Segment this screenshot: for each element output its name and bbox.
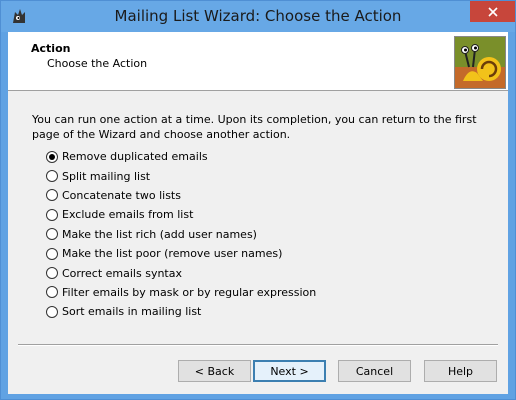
- radio-button[interactable]: [46, 286, 58, 299]
- option-label: Make the list poor (remove user names): [62, 247, 283, 261]
- option-label: Split mailing list: [62, 169, 151, 183]
- radio-button[interactable]: [46, 267, 58, 280]
- option-label: Concatenate two lists: [62, 188, 181, 202]
- option-label: Remove duplicated emails: [62, 150, 208, 164]
- option-correct-syntax[interactable]: Correct emails syntax: [46, 263, 446, 282]
- option-label: Exclude emails from list: [62, 208, 194, 222]
- close-button[interactable]: [470, 1, 515, 22]
- option-label: Sort emails in mailing list: [62, 305, 202, 319]
- option-make-poor[interactable]: Make the list poor (remove user names): [46, 244, 446, 263]
- radio-button[interactable]: [46, 247, 58, 260]
- radio-button[interactable]: [46, 150, 58, 163]
- option-sort-emails[interactable]: Sort emails in mailing list: [46, 302, 446, 321]
- header-title: Action: [31, 42, 71, 55]
- radio-button[interactable]: [46, 189, 58, 202]
- title-bar[interactable]: Mailing List Wizard: Choose the Action: [1, 1, 515, 32]
- radio-button[interactable]: [46, 208, 58, 221]
- header-subtitle: Choose the Action: [47, 57, 148, 70]
- snail-mascot-icon: [454, 36, 506, 89]
- option-label: Filter emails by mask or by regular expr…: [62, 285, 317, 299]
- option-split-list[interactable]: Split mailing list: [46, 166, 446, 185]
- action-options: Remove duplicated emails Split mailing l…: [46, 147, 446, 322]
- footer-separator: [18, 344, 498, 346]
- option-label: Make the list rich (add user names): [62, 227, 257, 241]
- option-concatenate-lists[interactable]: Concatenate two lists: [46, 186, 446, 205]
- option-filter-emails[interactable]: Filter emails by mask or by regular expr…: [46, 283, 446, 302]
- wizard-client-area: Action Choose the Action You can run one…: [8, 32, 508, 394]
- description-text: You can run one action at a time. Upon i…: [32, 113, 477, 141]
- radio-button[interactable]: [46, 305, 58, 318]
- option-exclude-emails[interactable]: Exclude emails from list: [46, 205, 446, 224]
- close-icon: [487, 6, 498, 17]
- radio-button[interactable]: [46, 228, 58, 241]
- cancel-button[interactable]: Cancel: [338, 360, 411, 382]
- window-title: Mailing List Wizard: Choose the Action: [114, 7, 402, 25]
- next-button[interactable]: Next >: [253, 360, 326, 382]
- option-label: Correct emails syntax: [62, 266, 182, 280]
- option-remove-duplicates[interactable]: Remove duplicated emails: [46, 147, 446, 166]
- help-button[interactable]: Help: [424, 360, 497, 382]
- wizard-window: Mailing List Wizard: Choose the Action A…: [0, 0, 516, 400]
- option-make-rich[interactable]: Make the list rich (add user names): [46, 225, 446, 244]
- radio-button[interactable]: [46, 170, 58, 183]
- wizard-header: Action Choose the Action: [8, 32, 508, 91]
- back-button[interactable]: < Back: [178, 360, 251, 382]
